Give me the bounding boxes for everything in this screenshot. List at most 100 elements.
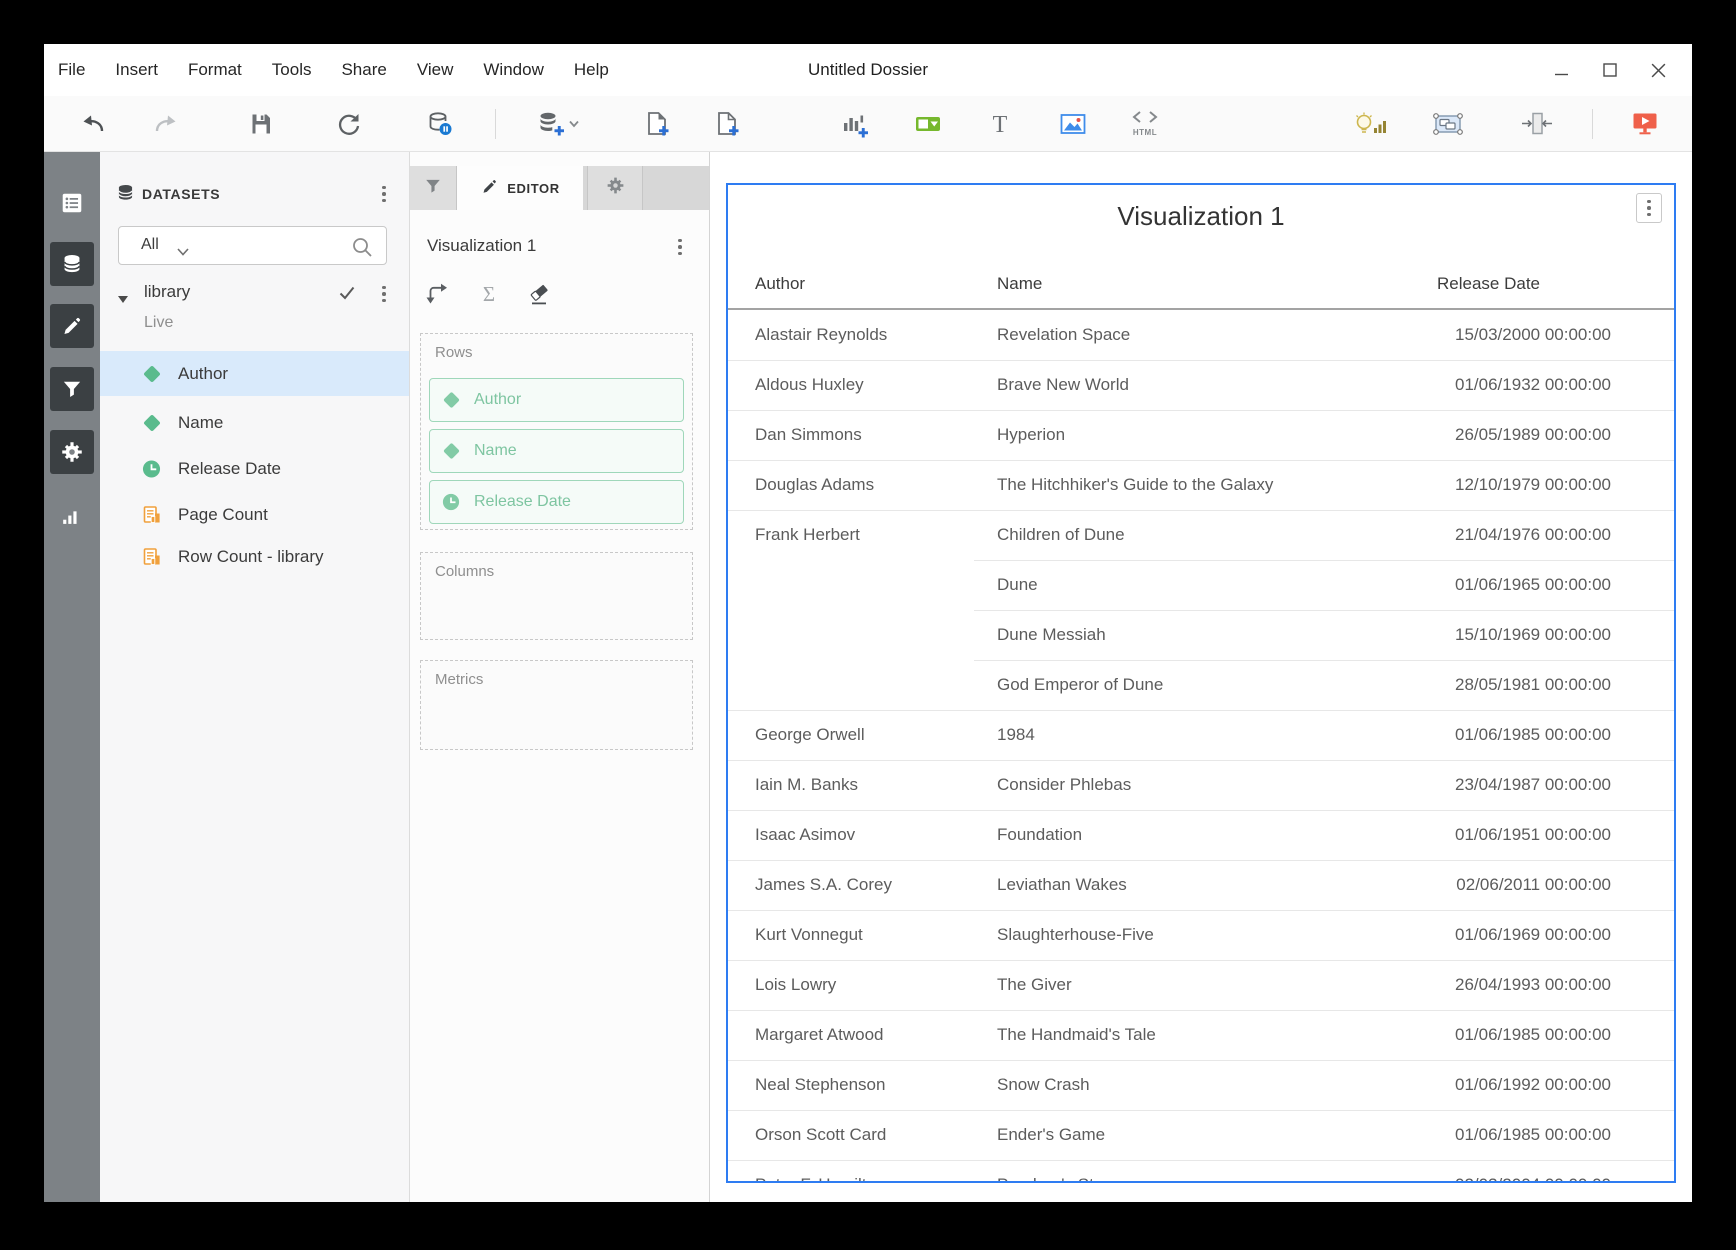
fit-to-window-button[interactable] [1519, 109, 1555, 139]
cell-release-date[interactable]: 12/10/1979 00:00:00 [1228, 460, 1611, 510]
cell-release-date[interactable]: 01/06/1992 00:00:00 [1228, 1060, 1611, 1110]
column-header-author[interactable]: Author [755, 260, 805, 308]
insights-button[interactable] [1351, 109, 1391, 139]
cell-release-date[interactable]: 21/04/1976 00:00:00 [1228, 510, 1611, 560]
dataset-name[interactable]: library [144, 282, 190, 302]
cell-author[interactable]: Alastair Reynolds [755, 310, 990, 360]
datasets-kebab-menu[interactable] [373, 181, 395, 207]
cell-release-date[interactable]: 01/06/1985 00:00:00 [1228, 710, 1611, 760]
rail-contents-button[interactable] [50, 181, 94, 225]
dataset-search-field[interactable]: All [118, 226, 387, 265]
rail-edit-button[interactable] [50, 304, 94, 348]
rail-datasets-button[interactable] [50, 242, 94, 286]
cell-author[interactable]: Aldous Huxley [755, 360, 990, 410]
cell-release-date[interactable]: 26/04/1993 00:00:00 [1228, 960, 1611, 1010]
add-page-button[interactable] [642, 109, 672, 139]
refresh-button[interactable] [335, 110, 363, 138]
cell-author[interactable]: George Orwell [755, 710, 990, 760]
search-icon[interactable] [350, 235, 374, 264]
search-scope-dropdown[interactable]: All [141, 236, 159, 254]
cell-release-date[interactable]: 15/03/2000 00:00:00 [1228, 310, 1611, 360]
drop-zone-rows[interactable]: RowsAuthorNameRelease Date [420, 333, 693, 530]
html-button[interactable]: HTML [1127, 108, 1163, 140]
rail-filter-button[interactable] [50, 367, 94, 411]
minimize-button[interactable] [1546, 54, 1578, 86]
editor-kebab-menu[interactable] [669, 234, 691, 260]
dataset-field-author[interactable]: Author [100, 351, 409, 396]
pencil-icon [480, 177, 499, 199]
cell-release-date[interactable]: 26/05/1989 00:00:00 [1228, 410, 1611, 460]
text-button[interactable]: T [986, 110, 1014, 138]
cell-release-date[interactable]: 01/06/1965 00:00:00 [1228, 560, 1611, 610]
expand-triangle-icon[interactable] [118, 290, 128, 308]
save-button[interactable] [247, 110, 275, 138]
dataset-field-row-count-library[interactable]: Row Count - library [100, 534, 409, 579]
cell-author[interactable]: Isaac Asimov [755, 810, 990, 860]
chip-name[interactable]: Name [429, 429, 684, 473]
maximize-button[interactable] [1594, 54, 1626, 86]
cell-release-date[interactable]: 02/06/2011 00:00:00 [1228, 860, 1611, 910]
drop-zone-metrics[interactable]: Metrics [420, 660, 693, 750]
cell-release-date[interactable]: 01/06/1932 00:00:00 [1228, 360, 1611, 410]
cell-release-date[interactable]: 01/06/1951 00:00:00 [1228, 810, 1611, 860]
dataset-field-name[interactable]: Name [100, 400, 409, 445]
drop-zone-columns[interactable]: Columns [420, 552, 693, 640]
data-status-pause-button[interactable] [425, 109, 455, 139]
cell-author[interactable]: Douglas Adams [755, 460, 990, 510]
cell-author[interactable]: Peter F. Hamilton [755, 1160, 990, 1181]
chip-release-date[interactable]: Release Date [429, 480, 684, 524]
column-header-name[interactable]: Name [997, 260, 1042, 308]
cell-release-date[interactable]: 23/04/1987 00:00:00 [1228, 760, 1611, 810]
cell-author[interactable] [755, 610, 990, 660]
cell-release-date[interactable]: 01/06/1985 00:00:00 [1228, 1010, 1611, 1060]
add-visualization-button[interactable] [840, 109, 870, 139]
cell-author[interactable]: Kurt Vonnegut [755, 910, 990, 960]
dataset-row-library[interactable]: library [100, 278, 409, 310]
cell-author[interactable]: Lois Lowry [755, 960, 990, 1010]
chip-author[interactable]: Author [429, 378, 684, 422]
cell-author[interactable]: Frank Herbert [755, 510, 990, 560]
toolbar-divider [495, 109, 496, 139]
editor-visualization-name: Visualization 1 [427, 236, 536, 256]
tab-settings[interactable] [587, 166, 643, 210]
cell-release-date[interactable]: 15/10/1969 00:00:00 [1228, 610, 1611, 660]
cell-author[interactable]: James S.A. Corey [755, 860, 990, 910]
cell-author[interactable]: Margaret Atwood [755, 1010, 990, 1060]
free-form-layout-button[interactable] [1430, 109, 1466, 139]
clear-button[interactable] [528, 282, 552, 311]
column-header-release-date[interactable]: Release Date [1437, 260, 1540, 308]
cell-author[interactable] [755, 660, 990, 710]
dataset-field-page-count[interactable]: Page Count [100, 492, 409, 537]
image-button[interactable] [1058, 109, 1088, 139]
chevron-down-icon[interactable] [177, 243, 189, 261]
cell-author[interactable] [755, 560, 990, 610]
totals-button[interactable]: Σ [478, 282, 500, 311]
rail-settings-button[interactable] [50, 430, 94, 474]
cell-release-date[interactable]: 02/03/2004 00:00:00 [1228, 1160, 1611, 1181]
presentation-mode-button[interactable] [1630, 109, 1660, 139]
redo-button[interactable] [152, 110, 180, 138]
cell-release-date[interactable]: 01/06/1985 00:00:00 [1228, 1110, 1611, 1160]
drop-zone-label: Columns [435, 563, 494, 580]
left-rail [44, 152, 100, 1202]
selector-control-button[interactable] [913, 109, 943, 139]
cell-author[interactable]: Neal Stephenson [755, 1060, 990, 1110]
cell-release-date[interactable]: 01/06/1969 00:00:00 [1228, 910, 1611, 960]
new-chapter-button[interactable] [712, 109, 742, 139]
tab-filter[interactable] [410, 166, 457, 210]
undo-button[interactable] [79, 110, 107, 138]
add-data-button[interactable] [535, 109, 579, 139]
dataset-field-release-date[interactable]: Release Date [100, 446, 409, 491]
grid-body: Alastair ReynoldsRevelation Space15/03/2… [728, 310, 1674, 1181]
cell-author[interactable]: Dan Simmons [755, 410, 990, 460]
visualization-kebab-menu[interactable] [1636, 193, 1662, 223]
swap-axes-button[interactable] [424, 281, 450, 312]
rail-visualization-gallery-button[interactable] [50, 494, 94, 538]
cell-release-date[interactable]: 28/05/1981 00:00:00 [1228, 660, 1611, 710]
tab-editor[interactable]: EDITOR [457, 166, 583, 210]
cell-author[interactable]: Iain M. Banks [755, 760, 990, 810]
table-row: Frank HerbertChildren of Dune21/04/1976 … [728, 510, 1674, 560]
cell-author[interactable]: Orson Scott Card [755, 1110, 990, 1160]
dataset-kebab-menu[interactable] [373, 281, 395, 307]
close-button[interactable] [1642, 54, 1674, 86]
